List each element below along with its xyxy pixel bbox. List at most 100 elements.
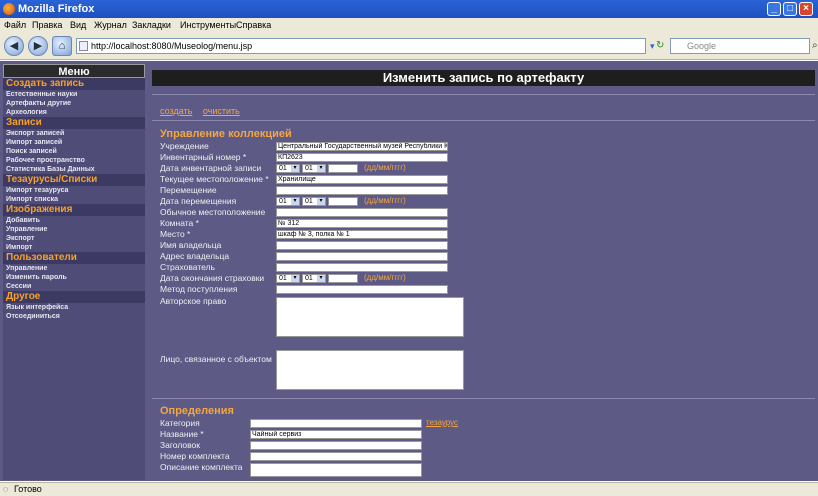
place-field[interactable]: шкаф № 3, полка № 1 <box>276 230 448 239</box>
set-number-field[interactable] <box>250 452 422 461</box>
persons-label: Лицо, связанное с объектом <box>160 354 272 364</box>
insurer-label: Страхователь <box>160 262 215 272</box>
sidebar-section-images: Изображения <box>3 204 145 216</box>
movement-field[interactable] <box>276 186 448 195</box>
sidebar-item[interactable]: Отсоединиться <box>3 312 145 321</box>
sidebar-item[interactable]: Сессии <box>3 282 145 291</box>
window-title: Mozilla Firefox <box>18 3 95 15</box>
menu-history[interactable]: Журнал <box>94 20 127 30</box>
set-number-label: Номер комплекта <box>160 451 230 461</box>
insurer-field[interactable] <box>276 263 448 272</box>
inv-day-select[interactable]: 01 ▾ <box>276 164 300 173</box>
search-icon[interactable]: ⌕ <box>812 40 818 51</box>
sidebar-item[interactable]: Поиск записей <box>3 147 145 156</box>
back-button[interactable]: ◀ <box>4 36 24 56</box>
category-label: Категория <box>160 418 200 428</box>
menu-tools[interactable]: Инструменты <box>180 20 236 30</box>
sidebar-item[interactable]: Импорт записей <box>3 138 145 147</box>
menu-view[interactable]: Вид <box>70 20 86 30</box>
location-field[interactable]: Хранилище <box>276 175 448 184</box>
sidebar-item[interactable]: Экспорт записей <box>3 129 145 138</box>
room-label: Комната * <box>160 218 199 228</box>
firefox-icon <box>3 3 15 15</box>
create-link[interactable]: создать <box>160 106 192 116</box>
maximize-button[interactable]: □ <box>783 2 797 16</box>
reload-icon[interactable]: ↻ <box>656 40 664 51</box>
location-label: Текущее местоположение * <box>160 174 269 184</box>
inventory-label: Инвентарный номер * <box>160 152 247 162</box>
sidebar-section-thesauri: Тезаурусы/Списки <box>3 174 145 186</box>
divider <box>152 120 815 121</box>
owner-name-field[interactable] <box>276 241 448 250</box>
sidebar-item[interactable]: Импорт списка <box>3 195 145 204</box>
sidebar-item[interactable]: Изменить пароль <box>3 273 145 282</box>
minimize-button[interactable]: _ <box>767 2 781 16</box>
sidebar-item[interactable]: Экспорт <box>3 234 145 243</box>
sidebar-item[interactable]: Язык интерфейса <box>3 303 145 312</box>
ins-year-field[interactable] <box>328 274 358 283</box>
thesaurus-link[interactable]: тезаурус <box>426 418 458 427</box>
move-day-select[interactable]: 01 ▾ <box>276 197 300 206</box>
page-icon <box>79 41 88 51</box>
sidebar-item[interactable]: Рабочее пространство <box>3 156 145 165</box>
chevron-down-icon: ▾ <box>317 275 325 282</box>
room-field[interactable]: № 312 <box>276 219 448 228</box>
usual-location-field[interactable] <box>276 208 448 217</box>
sidebar-item[interactable]: Статистика Базы Данных <box>3 165 145 174</box>
sidebar-item[interactable]: Импорт тезауруса <box>3 186 145 195</box>
acquisition-field[interactable] <box>276 285 448 294</box>
name-label: Название * <box>160 429 204 439</box>
move-date-label: Дата перемещения <box>160 196 237 206</box>
inv-month-select[interactable]: 01 ▾ <box>302 164 326 173</box>
sidebar-item[interactable]: Управление <box>3 264 145 273</box>
institution-field[interactable]: Центральный Государственный музей Респуб… <box>276 142 448 151</box>
menu-title: Меню <box>3 64 145 78</box>
sidebar-item[interactable]: Добавить <box>3 216 145 225</box>
sidebar-item[interactable]: Археология <box>3 108 145 117</box>
move-month-select[interactable]: 01 ▾ <box>302 197 326 206</box>
clear-link[interactable]: очистить <box>203 106 240 116</box>
header-field[interactable] <box>250 441 422 450</box>
ins-month-select[interactable]: 01 ▾ <box>302 274 326 283</box>
window-titlebar: Mozilla Firefox _ □ × <box>0 0 818 18</box>
divider <box>152 398 815 399</box>
sidebar-section-other: Другое <box>3 291 145 303</box>
copyright-textarea[interactable] <box>276 297 464 337</box>
definitions-section-title: Определения <box>160 405 234 417</box>
inventory-field[interactable]: КП2623 <box>276 153 448 162</box>
sidebar-item[interactable]: Естественные науки <box>3 90 145 99</box>
ins-day-select[interactable]: 01 ▾ <box>276 274 300 283</box>
collection-section-title: Управление коллекцией <box>160 128 292 140</box>
chevron-down-icon: ▾ <box>291 198 299 205</box>
forward-button[interactable]: ▶ <box>28 36 48 56</box>
set-description-textarea[interactable] <box>250 463 422 477</box>
category-field[interactable] <box>250 419 422 428</box>
usual-location-label: Обычное местоположение <box>160 207 266 217</box>
set-description-label: Описание комплекта <box>160 462 243 472</box>
nav-toolbar: ◀ ▶ ⌂ http://localhost:8080/Museolog/men… <box>0 32 818 60</box>
page-title: Изменить запись по артефакту <box>152 70 815 86</box>
menu-bookmarks[interactable]: Закладки <box>132 20 171 30</box>
move-year-field[interactable] <box>328 197 358 206</box>
chevron-down-icon: ▾ <box>317 165 325 172</box>
url-bar[interactable]: http://localhost:8080/Museolog/menu.jsp <box>76 38 646 54</box>
sidebar-item[interactable]: Управление <box>3 225 145 234</box>
name-field[interactable]: Чайный сервиз <box>250 430 422 439</box>
dropdown-arrow-icon[interactable]: ▾ <box>650 41 655 52</box>
date-format-hint: (дд/мм/гггг) <box>364 196 406 205</box>
owner-address-field[interactable] <box>276 252 448 261</box>
persons-textarea[interactable] <box>276 350 464 390</box>
menu-help[interactable]: Справка <box>236 20 271 30</box>
search-input[interactable]: Google <box>670 38 810 54</box>
menu-edit[interactable]: Правка <box>32 20 62 30</box>
owner-name-label: Имя владельца <box>160 240 222 250</box>
sidebar-section-users: Пользователи <box>3 252 145 264</box>
sidebar-item[interactable]: Импорт <box>3 243 145 252</box>
action-links: создать очистить <box>160 106 248 116</box>
sidebar-item[interactable]: Артефакты другие <box>3 99 145 108</box>
home-button[interactable]: ⌂ <box>52 36 72 56</box>
menu-file[interactable]: Файл <box>4 20 26 30</box>
close-button[interactable]: × <box>799 2 813 16</box>
inv-year-field[interactable] <box>328 164 358 173</box>
date-format-hint: (дд/мм/гггг) <box>364 163 406 172</box>
